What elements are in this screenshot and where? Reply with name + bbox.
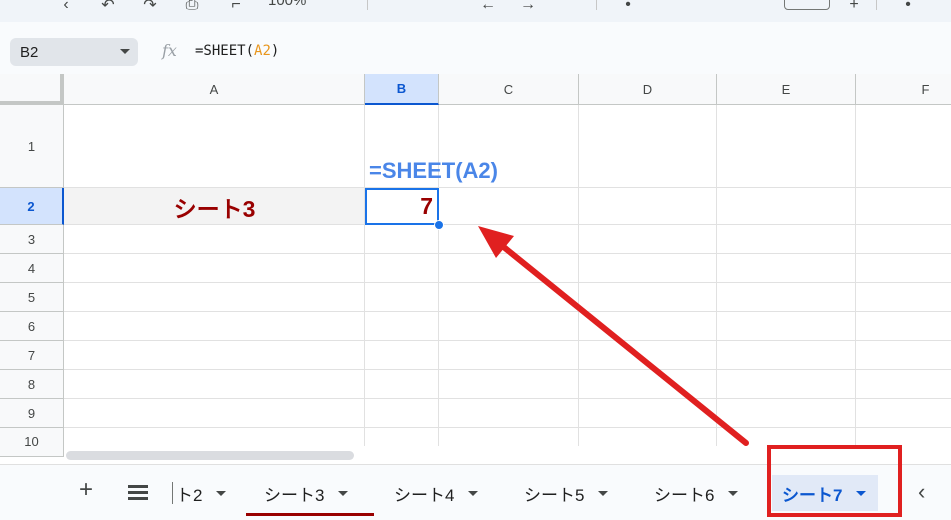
gridline [364,105,365,464]
search-menu-icon[interactable]: ‹ [54,0,78,16]
row-header-1[interactable]: 1 [0,105,64,188]
annotation-highlight-box [767,445,902,517]
gridline [64,282,951,283]
row-header-4[interactable]: 4 [0,254,64,283]
increase-font-size-icon[interactable]: + [842,0,866,16]
cell-a2[interactable]: シート3 [64,188,365,225]
sheet-tab-4[interactable]: シート4 [394,475,479,511]
fill-handle[interactable] [434,220,444,230]
chevron-down-icon[interactable] [216,490,227,496]
tab-color-indicator [246,513,374,516]
sheet-tab-label: ト2 [176,485,203,505]
column-header-c[interactable]: C [439,74,579,105]
undo-icon[interactable]: ↶ [96,0,120,16]
name-box-value: B2 [20,44,39,61]
toolbar-divider [367,0,368,10]
gridline [64,311,951,312]
font-menu-icon[interactable]: • [616,0,640,16]
bold-icon[interactable]: • [896,0,920,16]
increase-decimal-icon[interactable]: → [516,0,540,16]
chevron-down-icon[interactable] [338,490,349,496]
column-header-a[interactable]: A [64,74,365,105]
gridline [716,105,717,464]
chevron-down-icon[interactable] [728,490,739,496]
row-header-7[interactable]: 7 [0,341,64,370]
chevron-left-icon[interactable]: ‹ [918,479,925,505]
gridline [64,253,951,254]
tab-divider [172,482,173,504]
gridline [64,369,951,370]
cell-b2-selected[interactable]: 7 [365,188,439,225]
decrease-decimal-icon[interactable]: ← [476,0,500,16]
row-header-9[interactable]: 9 [0,399,64,428]
toolbar-divider [876,0,877,10]
row-header-8[interactable]: 8 [0,370,64,399]
column-header-e[interactable]: E [717,74,856,105]
gridline [64,340,951,341]
row-header-10[interactable]: 10 [0,428,64,457]
print-icon[interactable]: ⎙ [180,0,204,16]
column-header-d[interactable]: D [579,74,717,105]
sheet-tab-label: シート6 [654,485,715,505]
sheet-tab-2[interactable]: ト2 [176,475,227,511]
gridline [855,105,856,464]
formula-suffix: ) [270,43,280,59]
font-size-input[interactable] [784,0,830,10]
name-box[interactable]: B2 [10,38,138,66]
row-header-5[interactable]: 5 [0,283,64,312]
row-header-6[interactable]: 6 [0,312,64,341]
formula-reference: A2 [254,43,271,59]
chevron-down-icon[interactable] [598,490,609,496]
sheet-tab-6[interactable]: シート6 [654,475,739,511]
paint-format-icon[interactable]: ⌐ [224,0,248,16]
chevron-down-icon[interactable] [120,49,130,54]
add-sheet-icon[interactable]: + [74,478,98,503]
all-sheets-icon[interactable] [128,485,150,500]
formula-prefix: =SHEET( [195,43,255,59]
column-header-f[interactable]: F [856,74,951,105]
sheet-tab-label: シート3 [264,485,325,505]
sheet-tab-label: シート4 [394,485,455,505]
select-all-corner[interactable] [0,74,64,105]
zoom-select[interactable]: 100% [268,0,306,9]
gridline [64,427,951,428]
toolbar-divider [596,0,597,10]
sheet-tab-5[interactable]: シート5 [524,475,609,511]
horizontal-scrollbar-thumb[interactable] [66,451,354,460]
column-header-b[interactable]: B [365,74,439,105]
row-header-3[interactable]: 3 [0,225,64,254]
toolbar: ‹ ↶ ↷ ⎙ ⌐ 100% ← → • + • [0,0,951,22]
chevron-down-icon[interactable] [468,490,479,496]
sheet-tab-3[interactable]: シート3 [264,475,349,511]
formula-input[interactable]: =SHEET(A2) [195,43,279,59]
spreadsheet-grid[interactable]: A B C D E F 1 2 3 4 5 6 7 8 9 10 =SHEET(… [0,74,951,464]
gridline [64,398,951,399]
function-icon: fx [162,41,177,60]
cell-b1-note[interactable]: =SHEET(A2) [369,158,498,184]
formula-bar: B2 fx =SHEET(A2) [0,22,951,74]
gridline [578,105,579,464]
row-header-2[interactable]: 2 [0,188,64,225]
redo-icon[interactable]: ↷ [138,0,162,16]
sheet-tab-label: シート5 [524,485,585,505]
